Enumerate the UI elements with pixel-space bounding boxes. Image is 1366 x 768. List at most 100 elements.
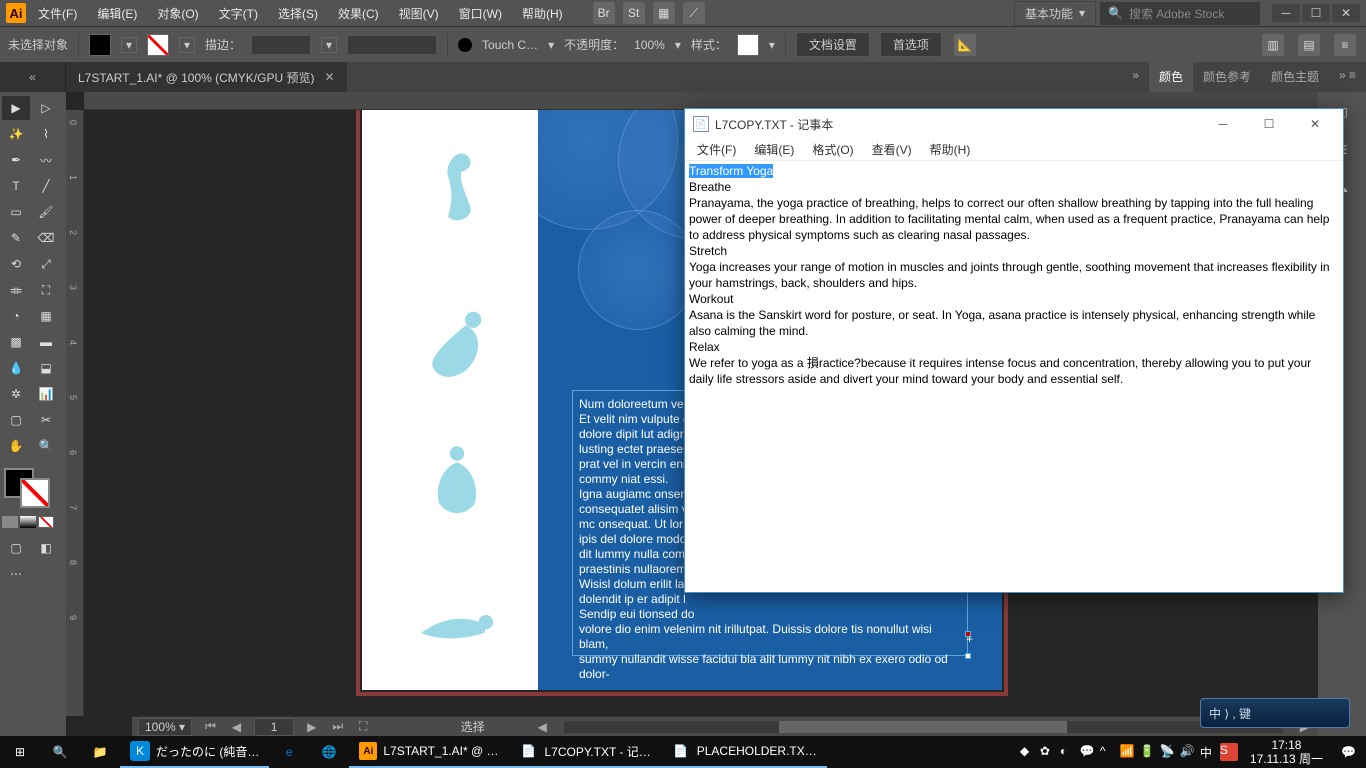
tray-sogou-icon[interactable]: S bbox=[1220, 743, 1238, 761]
minimize-button[interactable]: ─ bbox=[1272, 4, 1300, 22]
notepad-task[interactable]: 📄L7COPY.TXT - 记… bbox=[508, 736, 660, 768]
menu-view[interactable]: 视图(V) bbox=[391, 1, 447, 26]
notepad-textarea[interactable]: Transform Yoga Breathe Pranayama, the yo… bbox=[685, 161, 1343, 592]
document-tab[interactable]: L7START_1.AI* @ 100% (CMYK/GPU 预览) ✕ bbox=[66, 62, 347, 92]
next-artboard-icon[interactable]: ▶ bbox=[304, 720, 319, 734]
shaper-tool[interactable]: ✎ bbox=[2, 226, 30, 250]
np-menu-view[interactable]: 查看(V) bbox=[864, 139, 920, 160]
prev-artboard-icon[interactable]: ◀ bbox=[229, 720, 244, 734]
taskbar-clock[interactable]: 17:18 17.11.13 周一 bbox=[1242, 738, 1331, 766]
scroll-left-icon[interactable]: ◀ bbox=[535, 720, 550, 734]
notepad-window[interactable]: 📄 L7COPY.TXT - 记事本 ─ ☐ ✕ 文件(F) 编辑(E) 格式(… bbox=[684, 108, 1344, 593]
strokeweight-dd[interactable]: ▾ bbox=[321, 37, 337, 53]
artboard-tool[interactable]: ▢ bbox=[2, 408, 30, 432]
blend-tool[interactable]: ⬓ bbox=[32, 356, 60, 380]
shape-builder-tool[interactable]: ◔ bbox=[2, 304, 30, 328]
slice-tool[interactable]: ✂ bbox=[32, 408, 60, 432]
bridge-icon[interactable]: Br bbox=[593, 2, 615, 24]
color-well[interactable] bbox=[2, 466, 52, 510]
np-menu-edit[interactable]: 编辑(E) bbox=[746, 139, 802, 160]
maximize-button[interactable]: ☐ bbox=[1302, 4, 1330, 22]
color-mode-icon[interactable] bbox=[2, 516, 18, 528]
search-button[interactable]: 🔍 bbox=[40, 736, 80, 768]
menu-type[interactable]: 文字(T) bbox=[211, 1, 266, 26]
tray-battery-icon[interactable]: 🔋 bbox=[1140, 744, 1156, 760]
menu-window[interactable]: 窗口(W) bbox=[451, 1, 510, 26]
menu-file[interactable]: 文件(F) bbox=[30, 1, 85, 26]
menu-select[interactable]: 选择(S) bbox=[270, 1, 326, 26]
selection-tool[interactable]: ▶ bbox=[2, 96, 30, 120]
zoom-tool[interactable]: 🔍 bbox=[32, 434, 60, 458]
toolbox-collapse[interactable]: « bbox=[0, 62, 66, 92]
notepad2-task[interactable]: 📄PLACEHOLDER.TX… bbox=[661, 736, 827, 768]
screen-mode-tool[interactable]: ▢ bbox=[2, 536, 30, 560]
stroke-dropdown[interactable]: ▾ bbox=[179, 37, 195, 53]
gradient-mode-icon[interactable] bbox=[20, 516, 36, 528]
notepad-minimize-button[interactable]: ─ bbox=[1203, 110, 1243, 138]
tray-chevron-icon[interactable]: ^ bbox=[1100, 744, 1116, 760]
edit-toolbar-icon[interactable]: ⋯ bbox=[2, 562, 30, 586]
stroke-swatch[interactable] bbox=[147, 34, 169, 56]
ime-widget[interactable]: 中 ⟩ , 键 bbox=[1200, 698, 1350, 728]
ruler-vertical[interactable]: 0 1 2 3 4 5 6 7 8 9 bbox=[66, 110, 84, 716]
brush-tool[interactable]: 🖌 bbox=[32, 200, 60, 224]
tray-network-icon[interactable]: 📶 bbox=[1120, 744, 1136, 760]
edge-button[interactable]: e bbox=[269, 736, 309, 768]
notepad-close-button[interactable]: ✕ bbox=[1295, 110, 1335, 138]
start-button[interactable]: ⊞ bbox=[0, 736, 40, 768]
h-scrollbar[interactable] bbox=[564, 721, 1283, 733]
rotate-tool[interactable]: ⟲ bbox=[2, 252, 30, 276]
gpu-icon[interactable]: ⟋ bbox=[683, 2, 705, 24]
menu-object[interactable]: 对象(O) bbox=[149, 1, 206, 26]
magic-wand-tool[interactable]: ✨ bbox=[2, 122, 30, 146]
notepad-titlebar[interactable]: 📄 L7COPY.TXT - 记事本 ─ ☐ ✕ bbox=[685, 109, 1343, 139]
menu-effect[interactable]: 效果(C) bbox=[330, 1, 387, 26]
zoom-select[interactable]: 100% ▾ bbox=[138, 718, 192, 736]
panel-menu-icon[interactable]: ≡ bbox=[1334, 34, 1356, 56]
mesh-tool[interactable]: ▩ bbox=[2, 330, 30, 354]
np-menu-format[interactable]: 格式(O) bbox=[804, 139, 861, 160]
panel-tab-colortheme[interactable]: 颜色主题 bbox=[1261, 62, 1329, 92]
none-mode-icon[interactable] bbox=[38, 516, 54, 528]
preferences-button[interactable]: 首选项 bbox=[880, 32, 942, 57]
eraser-tool[interactable]: ⌫ bbox=[32, 226, 60, 250]
line-tool[interactable]: ╱ bbox=[32, 174, 60, 198]
close-button[interactable]: ✕ bbox=[1332, 4, 1360, 22]
last-artboard-icon[interactable]: ⏭ bbox=[329, 719, 346, 734]
browser-button[interactable]: 🌐 bbox=[309, 736, 349, 768]
resize-handle[interactable] bbox=[965, 653, 971, 659]
stock-icon[interactable]: St bbox=[623, 2, 645, 24]
scale-tool[interactable]: ⤢ bbox=[32, 252, 60, 276]
tray-icon-2[interactable]: ✿ bbox=[1040, 744, 1056, 760]
free-transform-tool[interactable]: ⛶ bbox=[32, 278, 60, 302]
notepad-maximize-button[interactable]: ☐ bbox=[1249, 110, 1289, 138]
gradient-tool[interactable]: ▬ bbox=[32, 330, 60, 354]
fill-swatch[interactable] bbox=[89, 34, 111, 56]
curvature-tool[interactable]: 〰 bbox=[32, 148, 60, 172]
stroke-weight-input[interactable] bbox=[251, 35, 311, 55]
menu-help[interactable]: 帮助(H) bbox=[514, 1, 571, 26]
rectangle-tool[interactable]: ▭ bbox=[2, 200, 30, 224]
hand-tool[interactable]: ✋ bbox=[2, 434, 30, 458]
explorer-button[interactable]: 📁 bbox=[80, 736, 120, 768]
arrange-icon[interactable]: ▦ bbox=[653, 2, 675, 24]
notifications-button[interactable]: 💬 bbox=[1335, 736, 1362, 768]
brush-name[interactable]: Touch C… bbox=[482, 38, 538, 52]
panel-opt2-icon[interactable]: ▤ bbox=[1298, 34, 1320, 56]
direct-select-tool[interactable]: ▷ bbox=[32, 96, 60, 120]
opacity-value[interactable]: 100% bbox=[634, 38, 665, 52]
panel-opt1-icon[interactable]: ▥ bbox=[1262, 34, 1284, 56]
artboard-number[interactable]: 1 bbox=[254, 718, 294, 736]
style-swatch[interactable] bbox=[737, 34, 759, 56]
width-tool[interactable]: ⟚ bbox=[2, 278, 30, 302]
tray-icon-1[interactable]: ◆ bbox=[1020, 744, 1036, 760]
artboard-nav-icon[interactable]: ⛶ bbox=[356, 719, 370, 734]
panel-overflow-icon[interactable]: » ≡ bbox=[1329, 62, 1366, 92]
fill-dropdown[interactable]: ▾ bbox=[121, 37, 137, 53]
panel-tab-color[interactable]: 颜色 bbox=[1149, 62, 1193, 92]
lasso-tool[interactable]: ⌇ bbox=[32, 122, 60, 146]
profile-input[interactable] bbox=[347, 35, 437, 55]
eyedropper-tool[interactable]: 💧 bbox=[2, 356, 30, 380]
tray-ime-icon[interactable]: 中 bbox=[1200, 744, 1216, 760]
workspace-switcher[interactable]: 基本功能▾ bbox=[1014, 1, 1096, 26]
